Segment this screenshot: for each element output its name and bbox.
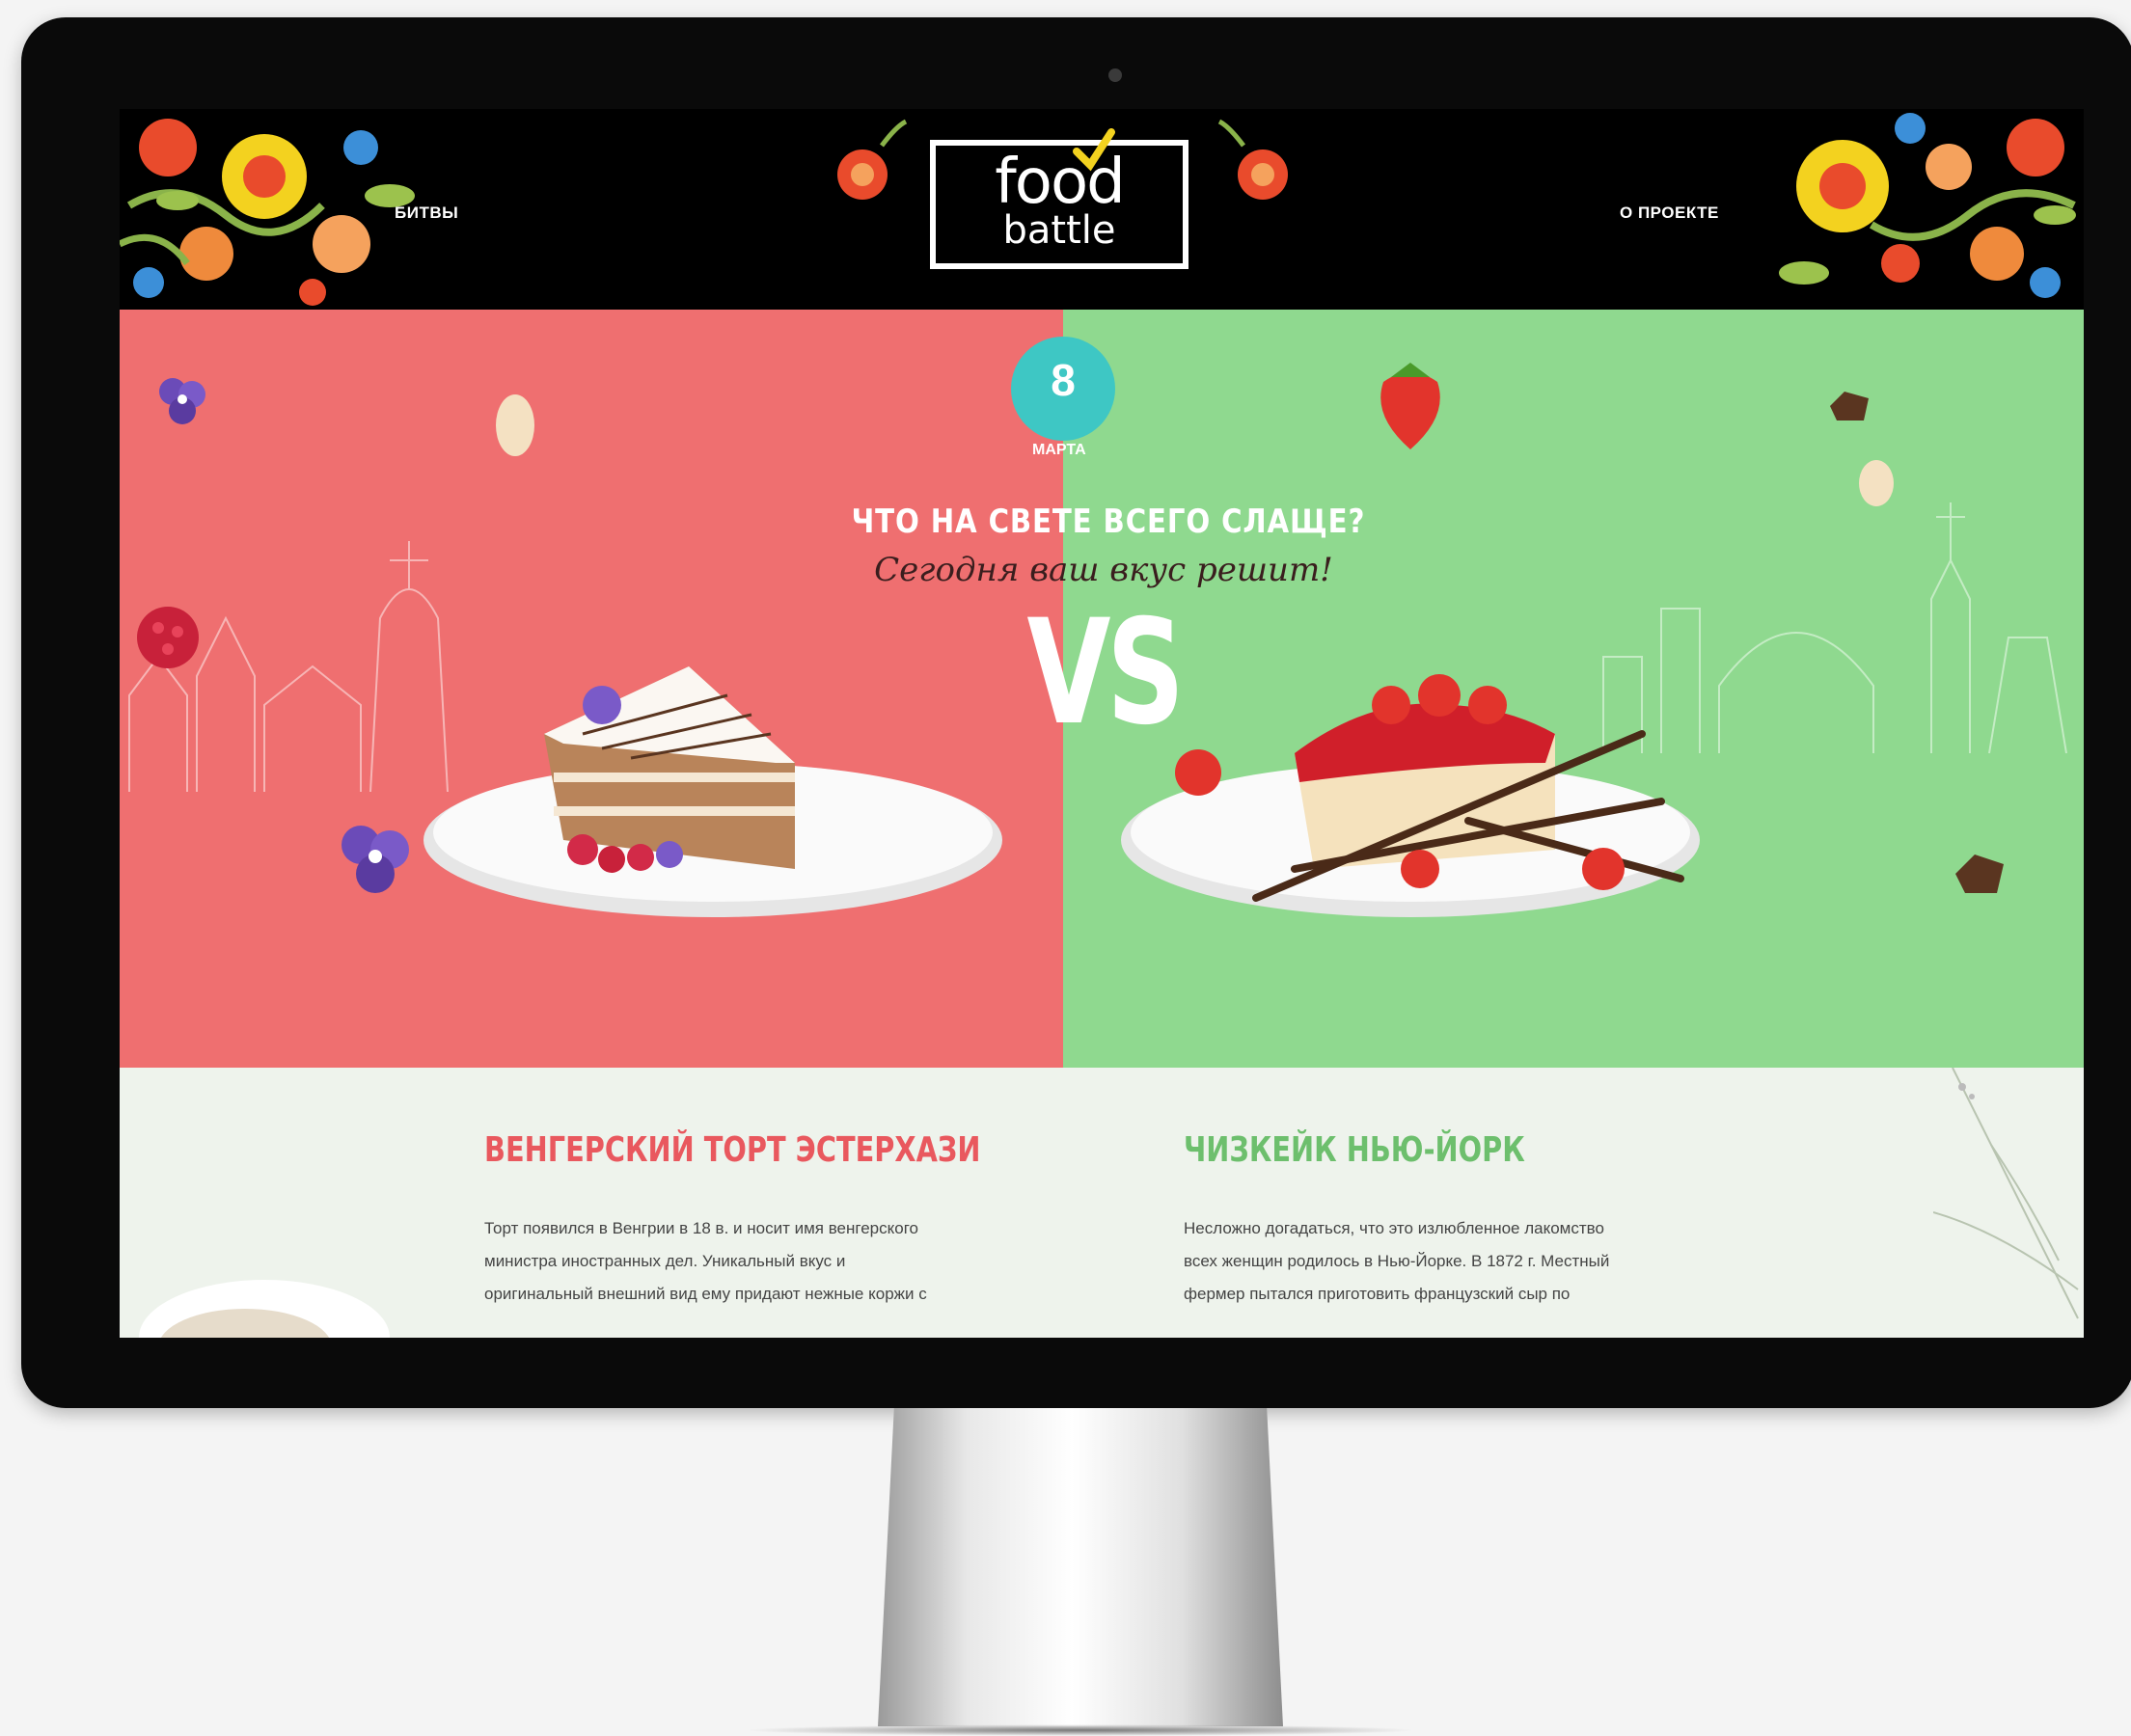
dish-title-cheesecake: ЧИЗКЕЙК НЬЮ-ЙОРК xyxy=(1184,1130,1525,1170)
floral-ornament-center-right xyxy=(1217,119,1288,200)
esterhazy-cake-plate xyxy=(423,666,1002,917)
logo-text-food: food xyxy=(995,147,1125,218)
strawberry-icon xyxy=(1380,363,1440,449)
floral-ornament-center-left xyxy=(837,119,908,200)
raspberry-icon xyxy=(137,607,199,668)
cheesecake-plate xyxy=(1121,674,1700,917)
floral-ornament-right xyxy=(1779,113,2076,298)
site-logo[interactable]: food battle xyxy=(930,128,1188,269)
hero-tagline: Сегодня ваш вкус решит! xyxy=(874,551,1333,589)
hero-headline: ЧТО НА СВЕТЕ ВСЕГО СЛАЩЕ? xyxy=(851,502,1366,541)
dish-description-esterhazy: Торт появился в Венгрии в 18 в. и носит … xyxy=(484,1219,927,1303)
badge-label: МАРТА xyxy=(1032,442,1086,458)
versus-label: VS xyxy=(1026,589,1185,757)
hero-section: 8 МАРТА ЧТО НА СВЕТЕ ВСЕГО СЛАЩЕ? Сегодн… xyxy=(120,310,2084,1068)
almond-icon xyxy=(496,394,534,456)
dish-info-section: ВЕНГЕРСКИЙ ТОРТ ЭСТЕРХАЗИ Торт появился … xyxy=(120,1068,2084,1338)
check-mark-icon xyxy=(1073,128,1115,172)
herb-decoration xyxy=(1933,1068,2079,1319)
nav-link-battles[interactable]: БИТВЫ xyxy=(395,203,458,223)
hero-left-panel[interactable] xyxy=(120,310,1063,1068)
floral-ornament-left xyxy=(120,119,415,306)
stand-shadow xyxy=(743,1724,1418,1736)
chocolate-piece-bottom-icon xyxy=(1955,854,2004,893)
badge-number: 8 xyxy=(1051,355,1076,405)
website-screen: БИТВЫ О ПРОЕКТЕ food battle 8 МАРТА ЧТО … xyxy=(120,109,2084,1338)
violet-flower-icon xyxy=(159,378,205,424)
site-header: БИТВЫ О ПРОЕКТЕ food battle xyxy=(120,109,2084,310)
monitor-frame: БИТВЫ О ПРОЕКТЕ food battle 8 МАРТА ЧТО … xyxy=(21,17,2131,1408)
nav-link-about[interactable]: О ПРОЕКТЕ xyxy=(1620,203,1719,223)
bowl-decoration xyxy=(139,1280,390,1338)
dish-title-esterhazy: ВЕНГЕРСКИЙ ТОРТ ЭСТЕРХАЗИ xyxy=(484,1130,981,1170)
march-8-badge: 8 xyxy=(1011,337,1115,441)
almond-right-icon xyxy=(1859,460,1894,506)
hero-right-panel[interactable] xyxy=(1063,310,2084,1068)
camera-icon xyxy=(1108,68,1122,82)
dish-description-cheesecake: Несложно догадаться, что это излюбленное… xyxy=(1184,1219,1610,1303)
chocolate-piece-icon xyxy=(1830,392,1869,420)
monitor-stand xyxy=(878,1408,1283,1726)
